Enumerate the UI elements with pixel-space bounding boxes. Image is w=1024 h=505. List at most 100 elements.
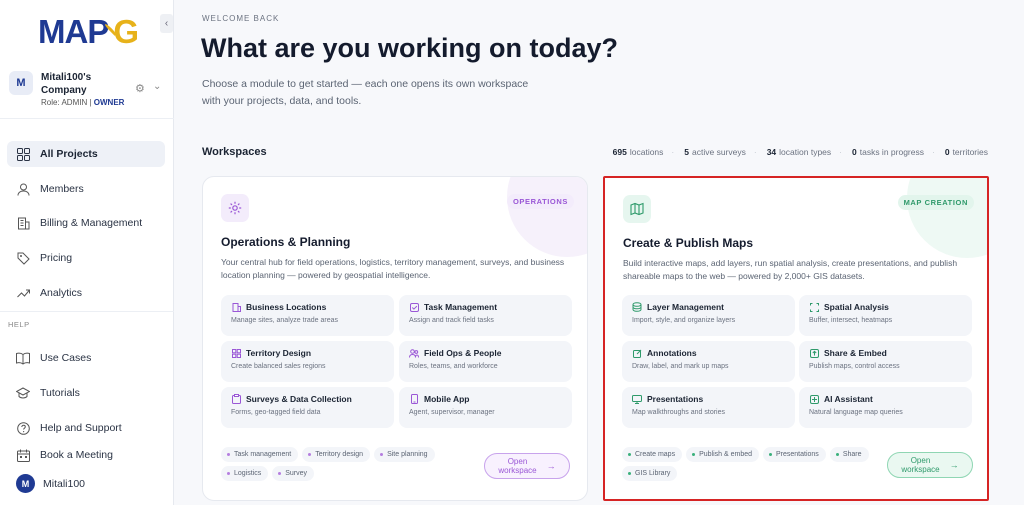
tag-icon [16,251,30,265]
tile-annotations[interactable]: Annotations Draw, label, and mark up map… [622,341,795,382]
gear-icon[interactable]: ⚙ [135,82,145,95]
nav-label: Analytics [40,287,83,299]
nav-label: Members [40,183,84,195]
tile-title: Field Ops & People [424,348,502,358]
tile-title: Share & Embed [824,348,887,358]
nav-analytics[interactable]: Analytics [7,280,165,306]
nav-label: Book a Meeting [40,449,113,461]
sidebar: MA P G ‹ M Mitali100's Company Role: ADMIN… [0,0,174,505]
nav-help-support[interactable]: Help and Support [7,415,165,441]
nav-tutorials[interactable]: Tutorials [7,380,165,406]
nav-all-projects[interactable]: All Projects [7,141,165,167]
tag: Create maps [622,447,683,462]
user-name: Mitali100 [43,477,86,490]
calendar-icon [16,448,30,462]
card-title: Operations & Planning [221,235,351,249]
card-title: Create & Publish Maps [623,236,754,250]
users-icon [409,348,419,358]
nav-pricing[interactable]: Pricing [7,245,165,271]
tile-business-locations[interactable]: Business Locations Manage sites, analyze… [221,295,394,336]
tile-territory-design[interactable]: Territory Design Create balanced sales r… [221,341,394,382]
nav-members[interactable]: Members [7,176,165,202]
user-avatar: M [16,474,35,493]
tile-task-management[interactable]: Task Management Assign and track field t… [399,295,572,336]
card-description: Build interactive maps, add layers, run … [623,258,958,281]
open-workspace-button[interactable]: Open workspace → [484,453,570,479]
nav-use-cases[interactable]: Use Cases [7,345,165,371]
chevron-down-icon[interactable]: ⌄ [153,81,161,92]
tile-title: Territory Design [246,348,312,358]
building-icon [16,216,30,230]
book-icon [16,351,30,365]
nav-billing[interactable]: Billing & Management [7,210,165,236]
company-avatar: M [9,71,33,95]
card-decoration [907,178,987,258]
tile-title: Mobile App [424,394,470,404]
tile-presentations[interactable]: Presentations Map walkthroughs and stori… [622,387,795,428]
main-content: WELCOME BACK What are you working on tod… [174,0,1024,505]
tile-spatial-analysis[interactable]: Spatial Analysis Buffer, intersect, heat… [799,295,972,336]
tile-title: Spatial Analysis [824,302,889,312]
tile-desc: Draw, label, and mark up maps [632,363,729,370]
divider [0,118,174,119]
tile-field-ops[interactable]: Field Ops & People Roles, teams, and wor… [399,341,572,382]
tile-desc: Roles, teams, and workforce [409,363,498,370]
stat-territories: 0 territories [944,147,988,157]
mapog-logo[interactable]: MA P G [38,12,139,50]
tile-ai-assistant[interactable]: AI Assistant Natural language map querie… [799,387,972,428]
company-name: Mitali100's Company [41,72,92,96]
trend-icon [16,286,30,300]
tile-title: Annotations [647,348,697,358]
tile-share-embed[interactable]: Share & Embed Publish maps, control acce… [799,341,972,382]
tile-title: Layer Management [647,302,724,312]
sparkle-icon [809,394,819,404]
tile-mobile-app[interactable]: Mobile App Agent, supervisor, manager [399,387,572,428]
stat-tasks: 0 tasks in progress [852,147,924,157]
tag: Share [829,447,869,462]
tag: Task management [221,447,299,462]
page-title: What are you working on today? [201,33,619,63]
monitor-icon [632,394,642,404]
stat-locations: 695 locations [612,147,664,157]
stat-location-types: 34 location types [766,147,832,157]
map-creation-badge: MAP CREATION [897,195,974,210]
card-description: Your central hub for field operations, l… [221,257,565,280]
tile-desc: Assign and track field tasks [409,317,494,324]
tile-title: AI Assistant [824,394,873,404]
user-profile[interactable]: M Mitali100 [16,474,85,493]
question-icon [16,421,30,435]
tile-title: Task Management [424,302,498,312]
tag: Presentations [763,447,826,462]
operations-badge: OPERATIONS [506,194,574,209]
tile-desc: Create balanced sales regions [231,363,326,370]
workspaces-heading: Workspaces [202,146,267,158]
checkbox-icon [409,302,419,312]
tile-title: Presentations [647,394,704,404]
tile-surveys[interactable]: Surveys & Data Collection Forms, geo-tag… [221,387,394,428]
edit-icon [632,348,642,358]
grid-icon [16,147,30,161]
tag: Publish & embed [686,447,759,462]
phone-icon [409,394,419,404]
nav-book-meeting[interactable]: Book a Meeting [7,442,165,468]
tag: GIS Library [622,466,678,481]
create-publish-maps-card[interactable]: MAP CREATION Create & Publish Maps Build… [603,176,989,501]
card-decoration [507,177,587,257]
tag: Survey [272,466,315,481]
open-workspace-button[interactable]: Open workspace → [887,452,973,478]
welcome-eyebrow: WELCOME BACK [202,14,280,23]
tag-list: Create maps Publish & embed Presentation… [622,447,882,481]
tile-desc: Agent, supervisor, manager [409,409,495,416]
divider [0,311,174,312]
role-text: Role: ADMIN | OWNER [41,98,125,107]
layers-icon [632,302,642,312]
map-icon [623,195,651,223]
operations-planning-card[interactable]: OPERATIONS Operations & Planning Your ce… [202,176,588,501]
nav-label: Pricing [40,252,73,264]
collapse-sidebar-button[interactable]: ‹ [160,14,173,33]
company-switcher[interactable]: M Mitali100's Company Role: ADMIN | OWNE… [8,68,166,108]
tile-layer-management[interactable]: Layer Management Import, style, and orga… [622,295,795,336]
tile-desc: Buffer, intersect, heatmaps [809,317,893,324]
help-section-label: HELP [8,320,30,329]
page-subtitle: Choose a module to get started — each on… [202,78,529,107]
